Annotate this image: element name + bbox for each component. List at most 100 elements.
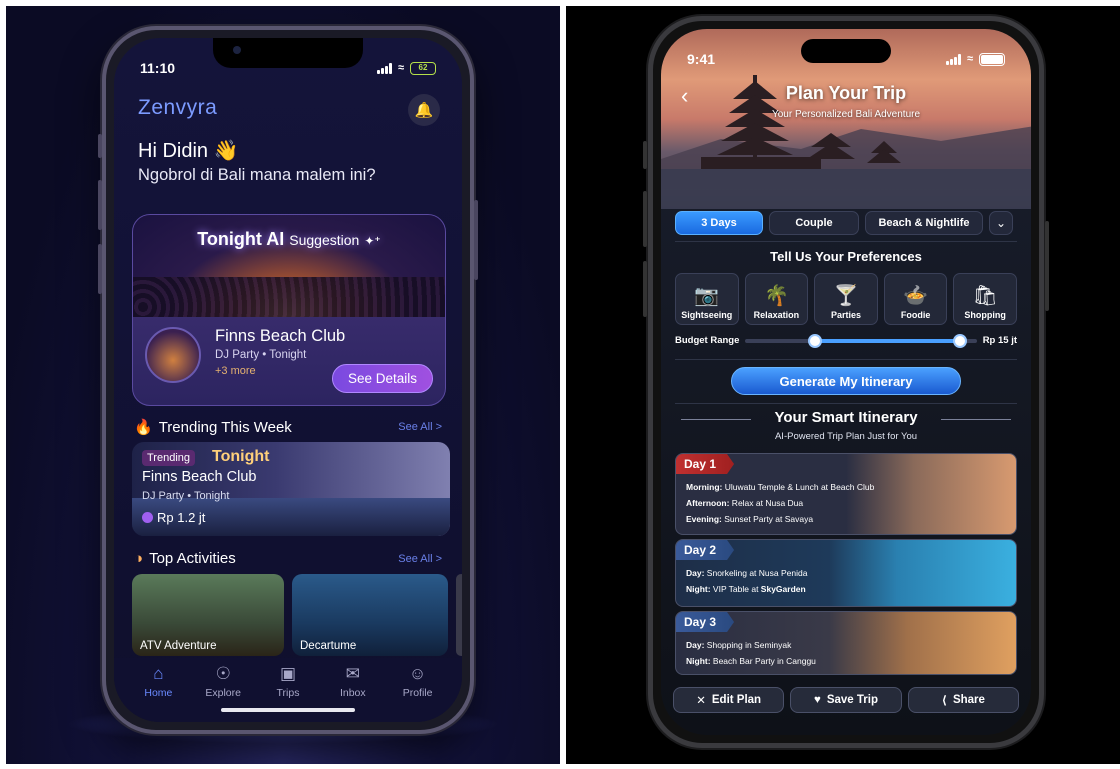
budget-min-handle[interactable] bbox=[807, 333, 822, 348]
activity-card-diving[interactable]: Decartume bbox=[292, 574, 448, 656]
generate-itinerary-button[interactable]: Generate My Itinerary bbox=[731, 367, 961, 395]
preferences-title: Tell Us Your Preferences bbox=[770, 249, 922, 264]
save-trip-button[interactable]: ♥ Save Trip bbox=[790, 687, 902, 713]
pref-parties[interactable]: 🍸 Parties bbox=[814, 273, 878, 325]
activity-card-partial[interactable] bbox=[456, 574, 462, 656]
battery-icon bbox=[979, 52, 1005, 66]
day-line: Day: Snorkeling at Nusa Penida bbox=[686, 568, 808, 578]
venue-name: Finns Beach Club bbox=[215, 327, 346, 345]
volume-down-button bbox=[98, 244, 102, 294]
venue-thumbnail bbox=[145, 327, 201, 383]
day-tag: Day 2 bbox=[676, 540, 735, 560]
chevron-down-icon[interactable]: ⌄ bbox=[989, 211, 1013, 235]
pref-sightseeing[interactable]: 📷 Sightseeing bbox=[675, 273, 739, 325]
compass-icon: ☉ bbox=[215, 664, 231, 683]
user-icon: ☺ bbox=[408, 664, 427, 683]
tab-explore[interactable]: ☉ Explore bbox=[195, 664, 251, 722]
palm-tree-icon: 🌴 bbox=[763, 285, 789, 307]
right-showcase: 9:41 ≈ ‹ Plan Your Trip Your Personalize… bbox=[566, 6, 1120, 764]
page-subtitle: Your Personalized Bali Adventure bbox=[771, 109, 921, 120]
plate-icon: 🍲 bbox=[903, 285, 929, 307]
heart-icon: ♥ bbox=[814, 694, 821, 706]
trending-meta: DJ Party • Tonight bbox=[142, 490, 230, 502]
tab-inbox[interactable]: ✉ Inbox bbox=[325, 664, 381, 722]
battery-icon: 62 bbox=[410, 61, 436, 75]
volume-up-button bbox=[643, 191, 647, 247]
pref-foodie[interactable]: 🍲 Foodie bbox=[883, 273, 948, 325]
price-dot-icon bbox=[142, 512, 153, 523]
cocktail-icon: 🍸 bbox=[833, 285, 859, 307]
edit-plan-button[interactable]: ✕ Edit Plan bbox=[673, 687, 785, 713]
itinerary-title: Your Smart Itinerary bbox=[774, 409, 918, 426]
wifi-icon: ≈ bbox=[966, 53, 973, 65]
plan-trip-screen: 9:41 ≈ ‹ Plan Your Trip Your Personalize… bbox=[661, 29, 1031, 735]
suggestion-title: Tonight AI Suggestion ✦⁺ bbox=[197, 229, 381, 249]
shopping-bag-icon: 🛍 bbox=[972, 285, 998, 307]
mail-icon: ✉ bbox=[345, 664, 360, 683]
day-card-1[interactable]: Day 1 Morning: Uluwatu Temple & Lunch at… bbox=[675, 453, 1017, 535]
ai-suggestion-card[interactable]: Tonight AI Suggestion ✦⁺ Finns Beach Clu… bbox=[132, 214, 446, 406]
trending-venue: Finns Beach Club bbox=[142, 469, 257, 485]
volume-up-button bbox=[98, 180, 102, 230]
left-showcase: 11:10 ≈ 62 Zenvyra 🔔 Hi Didin 👋 Ngobrol … bbox=[6, 6, 560, 764]
day-tag: Day 1 bbox=[676, 454, 735, 474]
trending-card[interactable]: Trending Tonight Finns Beach Club DJ Par… bbox=[132, 442, 450, 536]
x-icon: ✕ bbox=[696, 695, 706, 707]
chip-style[interactable]: Beach & Nightlife bbox=[865, 211, 983, 235]
tab-profile[interactable]: ☺ Profile bbox=[390, 664, 446, 722]
budget-slider-fill bbox=[814, 338, 961, 343]
zenvyra-home-screen: 11:10 ≈ 62 Zenvyra 🔔 Hi Didin 👋 Ngobrol … bbox=[114, 38, 462, 722]
pref-shopping[interactable]: 🛍 Shopping bbox=[953, 273, 1017, 325]
day-line: Day: Shopping in Seminyak bbox=[686, 640, 792, 650]
venue-meta: DJ Party • Tonight bbox=[215, 349, 307, 361]
more-count: +3 more bbox=[215, 365, 256, 377]
phone-left: 11:10 ≈ 62 Zenvyra 🔔 Hi Didin 👋 Ngobrol … bbox=[98, 26, 478, 734]
chip-travelers[interactable]: Couple bbox=[769, 211, 859, 235]
activities-header: ◑ Top Activities See All > bbox=[134, 550, 442, 567]
notification-bell-icon[interactable]: 🔔 bbox=[408, 94, 440, 126]
pref-relaxation[interactable]: 🌴 Relaxation bbox=[744, 273, 809, 325]
status-time: 11:10 bbox=[140, 60, 176, 76]
share-button[interactable]: ⟨ Share bbox=[907, 687, 1019, 713]
budget-range: Budget Range Rp 15 jt bbox=[675, 333, 1017, 348]
bottom-tab-bar: ⌂ Home ☉ Explore ▣ Trips ✉ Inbox ☺ Profile bbox=[114, 658, 462, 722]
activity-icon: ◑ bbox=[134, 550, 144, 567]
tab-home[interactable]: ⌂ Home bbox=[130, 664, 186, 722]
budget-label: Budget Range bbox=[675, 335, 740, 346]
day-line: Evening: Sunset Party at Savaya bbox=[686, 514, 814, 524]
activity-label: Decartume bbox=[300, 640, 357, 652]
trip-filter-chips: 3 Days Couple Beach & Nightlife ⌄ bbox=[675, 211, 1021, 235]
day-card-3[interactable]: Day 3 Day: Shopping in Seminyak Night: B… bbox=[675, 611, 1017, 675]
day-line: Afternoon: Relax at Nusa Dua bbox=[686, 498, 804, 508]
day-line: Night: VIP Table at SkyGarden bbox=[686, 584, 806, 594]
divider bbox=[675, 241, 1017, 242]
activities-see-all-link[interactable]: See All > bbox=[398, 553, 442, 565]
greeting-question: Ngobrol di Bali mana malem ini? bbox=[138, 166, 376, 184]
trending-badge: Trending bbox=[142, 450, 196, 466]
home-indicator bbox=[221, 708, 355, 712]
fire-icon: 🔥 bbox=[134, 419, 153, 436]
budget-max-handle[interactable] bbox=[953, 333, 968, 348]
suitcase-icon: ▣ bbox=[279, 664, 297, 683]
chip-duration[interactable]: 3 Days bbox=[675, 211, 763, 235]
camera-icon: 📷 bbox=[694, 285, 720, 307]
signal-icon bbox=[376, 62, 392, 74]
divider bbox=[675, 359, 1017, 360]
volume-down-button bbox=[643, 261, 647, 317]
activity-card-atv[interactable]: ATV Adventure bbox=[132, 574, 284, 656]
see-details-button[interactable]: See Details bbox=[331, 364, 433, 393]
day-card-2[interactable]: Day 2 Day: Snorkeling at Nusa Penida Nig… bbox=[675, 539, 1017, 607]
trending-header: 🔥 Trending This Week See All > bbox=[134, 418, 442, 437]
greeting: Hi Didin 👋 bbox=[138, 140, 239, 162]
trending-see-all-link[interactable]: See All > bbox=[398, 421, 442, 433]
trending-price: Rp 1.2 jt bbox=[142, 510, 205, 525]
status-bar: 9:41 ≈ bbox=[687, 51, 1005, 67]
divider bbox=[675, 403, 1017, 404]
day-tag: Day 3 bbox=[676, 612, 735, 632]
action-bar: ✕ Edit Plan ♥ Save Trip ⟨ Share bbox=[673, 687, 1019, 713]
mute-switch bbox=[643, 141, 647, 169]
tab-trips[interactable]: ▣ Trips bbox=[260, 664, 316, 722]
preference-list: 📷 Sightseeing 🌴 Relaxation 🍸 Parties 🍲 Foodi… bbox=[675, 273, 1017, 325]
budget-slider[interactable] bbox=[745, 333, 977, 348]
day-line: Morning: Uluwatu Temple & Lunch at Beach… bbox=[686, 482, 875, 492]
